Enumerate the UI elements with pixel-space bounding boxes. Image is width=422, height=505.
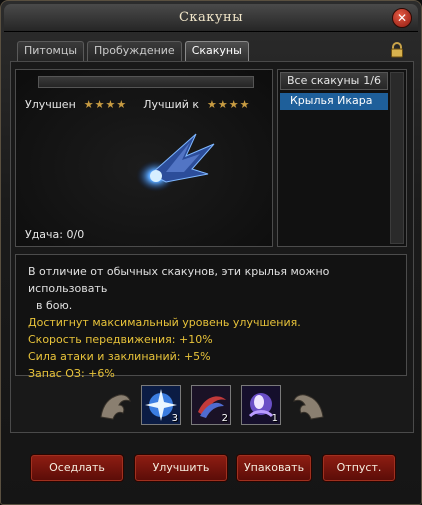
list-scrollbar[interactable] [390,72,404,244]
tab-bar: Питомцы Пробуждение Скакуны [17,41,249,61]
tab-awakening[interactable]: Пробуждение [87,41,182,61]
tab-pets[interactable]: Питомцы [17,41,85,61]
luck-text: Удача: 0/0 [25,228,85,241]
list-header[interactable]: Все скакуны 1/6 [280,72,388,90]
power-bonus: Сила атаки и заклинаний: +5% [28,350,211,363]
upgrade-button[interactable]: Улучшить [135,455,227,481]
list-header-label: Все скакуны [287,74,360,87]
skill-count: 2 [221,413,228,424]
mount-list: Все скакуны 1/6 Крылья Икара [277,69,407,247]
skill-slot-1[interactable]: 3 [141,385,181,425]
mounts-window: Скакуны ✕ Питомцы Пробуждение Скакуны Ул… [0,0,422,505]
desc-line: в бою. [36,299,73,312]
best-label: Лучший к [143,98,200,111]
desc-line: В отличие от обычных скакунов, эти крыль… [28,265,330,295]
hp-bonus: Запас ОЗ: +6% [28,367,115,380]
improvement-row: Улучшен ★★★★ Лучший к ★★★★ [25,98,250,111]
best-stars: ★★★★ [207,98,251,111]
lock-icon[interactable] [389,42,405,58]
list-item[interactable]: Крылья Икара [280,93,388,110]
release-button[interactable]: Отпуст. [323,455,395,481]
mount-button[interactable]: Оседлать [31,455,123,481]
close-icon: ✕ [396,11,408,25]
improved-stars: ★★★★ [83,98,128,111]
max-level-text: Достигнут максимальный уровень улучшения… [28,316,301,329]
mount-description: В отличие от обычных скакунов, эти крыль… [15,254,407,380]
window-title: Скакуны [178,10,244,25]
mount-name-bar [38,76,254,88]
tab-mounts[interactable]: Скакуны [184,41,249,61]
mount-preview: Улучшен ★★★★ Лучший к ★★★★ Удача: 0/0 [15,69,273,247]
griffin-ornament-icon [100,394,131,420]
icarus-wings-icon [136,133,215,192]
speed-bonus: Скорость передвижения: +10% [28,333,213,346]
griffin-ornament-icon [293,394,324,420]
improved-label: Улучшен [25,98,76,111]
close-button[interactable]: ✕ [392,8,412,28]
skill-count: 1 [271,413,278,424]
skill-slot-3[interactable]: 1 [241,385,281,425]
title-bar[interactable]: Скакуны ✕ [4,4,418,32]
pack-button[interactable]: Упаковать [237,455,311,481]
list-count: 1/6 [363,74,381,87]
skill-bar: 3 2 1 [1,383,422,429]
skill-slot-2[interactable]: 2 [191,385,231,425]
skill-count: 3 [171,413,178,424]
